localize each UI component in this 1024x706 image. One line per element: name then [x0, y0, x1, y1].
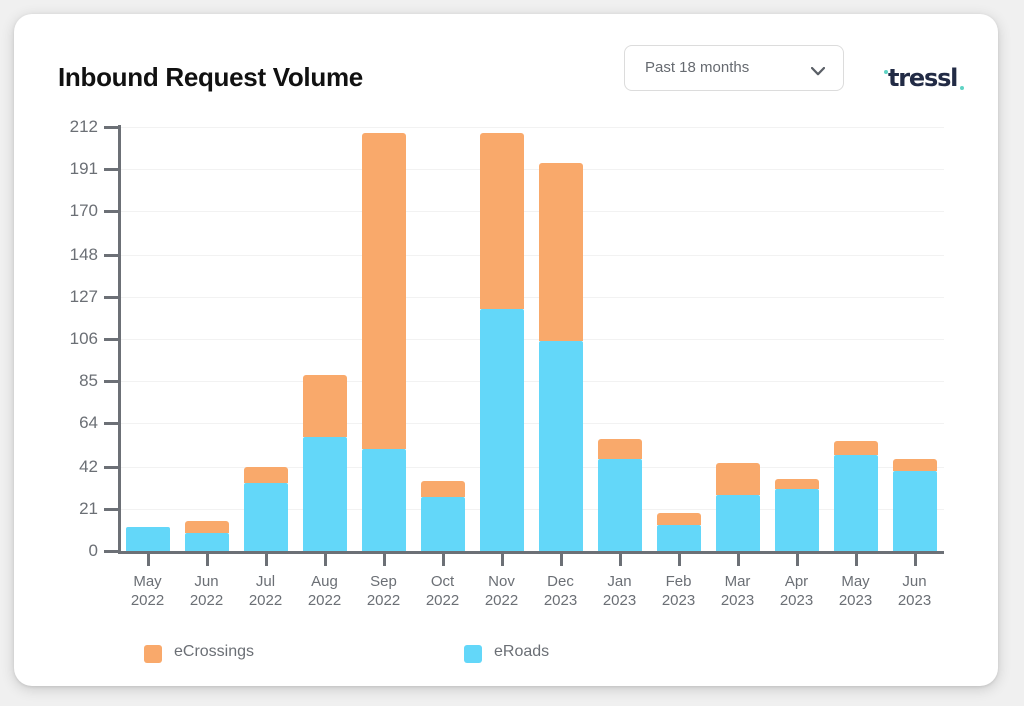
y-axis-tick — [104, 126, 118, 129]
y-axis-label: 212 — [54, 117, 98, 137]
y-axis-label: 191 — [54, 159, 98, 179]
x-axis-tick — [678, 554, 681, 566]
y-axis-tick — [104, 550, 118, 553]
legend-swatch — [464, 645, 482, 663]
x-axis-tick — [206, 554, 209, 566]
x-axis-tick — [737, 554, 740, 566]
x-axis-tick — [442, 554, 445, 566]
x-axis-tick — [914, 554, 917, 566]
y-axis-tick — [104, 296, 118, 299]
y-axis-label: 127 — [54, 287, 98, 307]
y-axis-tick — [104, 210, 118, 213]
x-axis-tick — [619, 554, 622, 566]
y-axis-label: 21 — [54, 499, 98, 519]
legend-label: eCrossings — [174, 643, 254, 661]
y-axis-label: 170 — [54, 201, 98, 221]
legend-swatch — [144, 645, 162, 663]
y-axis-label: 42 — [54, 457, 98, 477]
x-axis-tick — [501, 554, 504, 566]
y-axis-tick — [104, 168, 118, 171]
x-axis-tick — [324, 554, 327, 566]
y-axis-tick — [104, 422, 118, 425]
y-axis-label: 0 — [54, 541, 98, 561]
x-axis-tick — [855, 554, 858, 566]
y-axis-tick — [104, 508, 118, 511]
legend-label: eRoads — [494, 643, 549, 661]
y-axis-label: 85 — [54, 371, 98, 391]
y-axis-label: 64 — [54, 413, 98, 433]
y-axis-tick — [104, 338, 118, 341]
x-axis-label-year: 2023 — [875, 591, 955, 610]
x-axis-label: Jun2023 — [875, 572, 955, 610]
y-axis-label: 106 — [54, 329, 98, 349]
y-axis-label: 148 — [54, 245, 98, 265]
chart-card: Inbound Request Volume Past 18 months tr… — [14, 14, 998, 686]
x-axis-label-month: Jun — [875, 572, 955, 591]
y-axis-tick — [104, 466, 118, 469]
y-axis-labels: 0 21 42 64 85 106 127 148 170 191 212 — [14, 14, 98, 686]
x-axis-tick — [796, 554, 799, 566]
x-axis-tick — [383, 554, 386, 566]
y-axis-tick — [104, 254, 118, 257]
chart-legend: eCrossings eRoads — [14, 636, 998, 680]
x-axis-tick — [265, 554, 268, 566]
y-axis-tick — [104, 380, 118, 383]
bar-chart: 0 21 42 64 85 106 127 148 170 191 212 May2022Jun20… — [14, 14, 998, 686]
x-axis-labels: May2022Jun2022Jul2022Aug2022Sep2022Oct20… — [118, 14, 944, 686]
x-axis-tick — [560, 554, 563, 566]
x-axis-tick — [147, 554, 150, 566]
